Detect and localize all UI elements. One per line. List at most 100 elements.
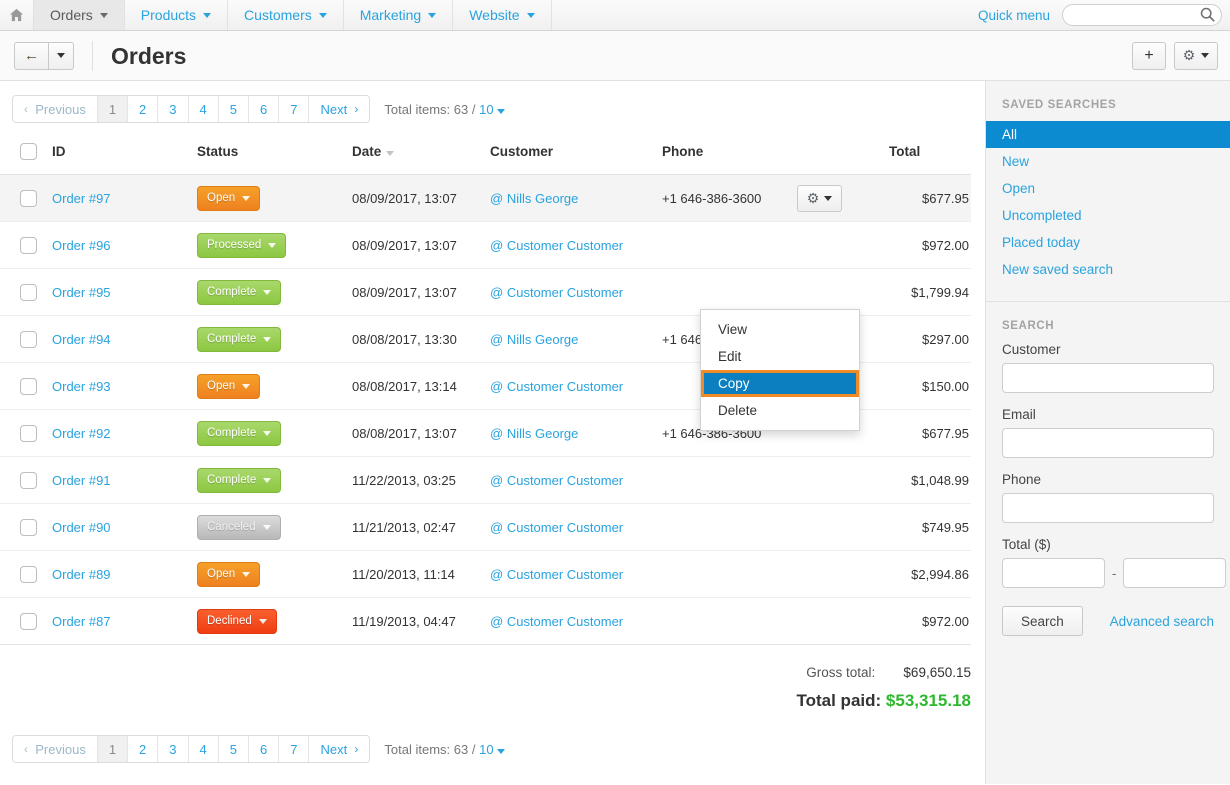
row-checkbox[interactable] [20,612,37,630]
per-page-selector-bottom[interactable]: 10 [479,742,493,757]
status-badge[interactable]: Complete [197,326,282,352]
row-checkbox[interactable] [20,518,37,536]
saved-search-new[interactable]: New [986,148,1230,175]
order-id-link[interactable]: Order #93 [52,379,111,394]
pagination-page-1[interactable]: 1 [97,736,129,762]
total-min-input[interactable] [1002,558,1105,588]
back-button[interactable]: ← [14,41,49,70]
back-dropdown-button[interactable] [49,41,74,70]
per-page-selector[interactable]: 10 [479,102,493,117]
status-badge[interactable]: Open [197,561,261,587]
status-badge[interactable]: Complete [197,420,282,446]
status-badge[interactable]: Canceled [197,514,281,540]
row-checkbox[interactable] [20,565,37,583]
customer-link[interactable]: Customer Customer [507,614,623,629]
table-row[interactable]: Order #96 Processed 08/09/2017, 13:07 @ Cus… [0,221,971,269]
pagination-next[interactable]: Next › [309,96,370,122]
advanced-search-link[interactable]: Advanced search [1110,614,1214,629]
order-id-link[interactable]: Order #94 [52,332,111,347]
row-checkbox[interactable] [20,377,37,395]
table-row[interactable]: Order #89 Open 11/20/2013, 11:14 @ Customer… [0,550,971,598]
row-menu-item-view[interactable]: View [701,316,859,343]
customer-link[interactable]: Customer Customer [507,285,623,300]
email-search-input[interactable] [1002,428,1214,458]
table-row[interactable]: Order #91 Complete 11/22/2013, 03:25 @ Cust… [0,456,971,504]
global-search-input[interactable] [1062,4,1222,26]
pagination-page-5[interactable]: 5 [218,736,249,762]
row-checkbox[interactable] [20,189,37,207]
status-badge[interactable]: Complete [197,279,282,305]
nav-item-marketing[interactable]: Marketing [344,0,454,30]
order-id-link[interactable]: Order #97 [52,191,111,206]
customer-link[interactable]: Customer Customer [507,379,623,394]
chevron-down-icon[interactable] [496,748,505,754]
order-id-link[interactable]: Order #90 [52,520,111,535]
status-badge[interactable]: Processed [197,232,287,258]
saved-search-open[interactable]: Open [986,175,1230,202]
search-button[interactable]: Search [1002,606,1083,636]
pagination-previous[interactable]: ‹ Previous [13,96,98,122]
pagination-page-3[interactable]: 3 [158,96,189,122]
order-id-link[interactable]: Order #87 [52,614,111,629]
status-badge[interactable]: Open [197,373,261,399]
row-checkbox[interactable] [20,236,37,254]
status-badge[interactable]: Declined [197,608,277,634]
quick-menu-link[interactable]: Quick menu [978,8,1050,23]
column-header-total[interactable]: Total [889,135,971,175]
customer-link[interactable]: Customer Customer [507,473,623,488]
customer-link[interactable]: Customer Customer [507,520,623,535]
saved-search-all[interactable]: All [986,121,1230,148]
pagination-page-6[interactable]: 6 [248,96,280,122]
column-header-phone[interactable]: Phone [662,135,797,175]
pagination-page-2[interactable]: 2 [128,736,159,762]
table-row[interactable]: Order #90 Canceled 11/21/2013, 02:47 @ Cust… [0,503,971,551]
customer-link[interactable]: Customer Customer [507,238,623,253]
row-checkbox[interactable] [20,330,37,348]
nav-item-orders[interactable]: Orders [34,0,125,30]
customer-link[interactable]: Customer Customer [507,567,623,582]
phone-search-input[interactable] [1002,493,1214,523]
pagination-page-5[interactable]: 5 [218,96,249,122]
customer-link[interactable]: Nills George [507,426,579,441]
saved-search-uncompleted[interactable]: Uncompleted [986,202,1230,229]
row-checkbox[interactable] [20,283,37,301]
pagination-page-4[interactable]: 4 [188,96,219,122]
pagination-page-4[interactable]: 4 [188,736,219,762]
page-settings-button[interactable]: ⚙ [1174,41,1218,70]
nav-item-products[interactable]: Products [125,0,229,30]
pagination-page-3[interactable]: 3 [158,736,189,762]
order-id-link[interactable]: Order #95 [52,285,111,300]
pagination-page-7[interactable]: 7 [279,96,310,122]
row-menu-item-copy[interactable]: Copy [701,370,859,397]
row-checkbox[interactable] [20,424,37,442]
order-id-link[interactable]: Order #91 [52,473,111,488]
chevron-down-icon[interactable] [496,108,505,114]
column-header-customer[interactable]: Customer [490,135,662,175]
pagination-page-1[interactable]: 1 [97,96,129,122]
select-all-checkbox[interactable] [20,143,37,160]
status-badge[interactable]: Open [197,185,261,211]
customer-link[interactable]: Nills George [507,332,579,347]
table-row[interactable]: Order #87 Declined 11/19/2013, 04:47 @ Cust… [0,597,971,645]
column-header-status[interactable]: Status [197,135,352,175]
home-icon[interactable] [0,0,34,30]
pagination-page-6[interactable]: 6 [248,736,280,762]
table-row[interactable]: Order #97 Open 08/09/2017, 13:07 @ Nills Ge… [0,174,971,222]
column-header-id[interactable]: ID [52,135,197,175]
row-checkbox[interactable] [20,471,37,489]
nav-item-website[interactable]: Website [453,0,552,30]
row-actions-button[interactable]: ⚙ [797,184,842,212]
status-badge[interactable]: Complete [197,467,282,493]
total-max-input[interactable] [1123,558,1227,588]
row-menu-item-delete[interactable]: Delete [701,397,859,424]
order-id-link[interactable]: Order #89 [52,567,111,582]
customer-search-input[interactable] [1002,363,1214,393]
pagination-next[interactable]: Next › [309,736,370,762]
order-id-link[interactable]: Order #92 [52,426,111,441]
pagination-page-2[interactable]: 2 [128,96,159,122]
saved-search-new-saved-search[interactable]: New saved search [986,256,1230,283]
customer-link[interactable]: Nills George [507,191,579,206]
add-order-button[interactable]: + [1132,41,1166,70]
pagination-previous[interactable]: ‹ Previous [13,736,98,762]
column-header-date[interactable]: Date [352,135,490,175]
